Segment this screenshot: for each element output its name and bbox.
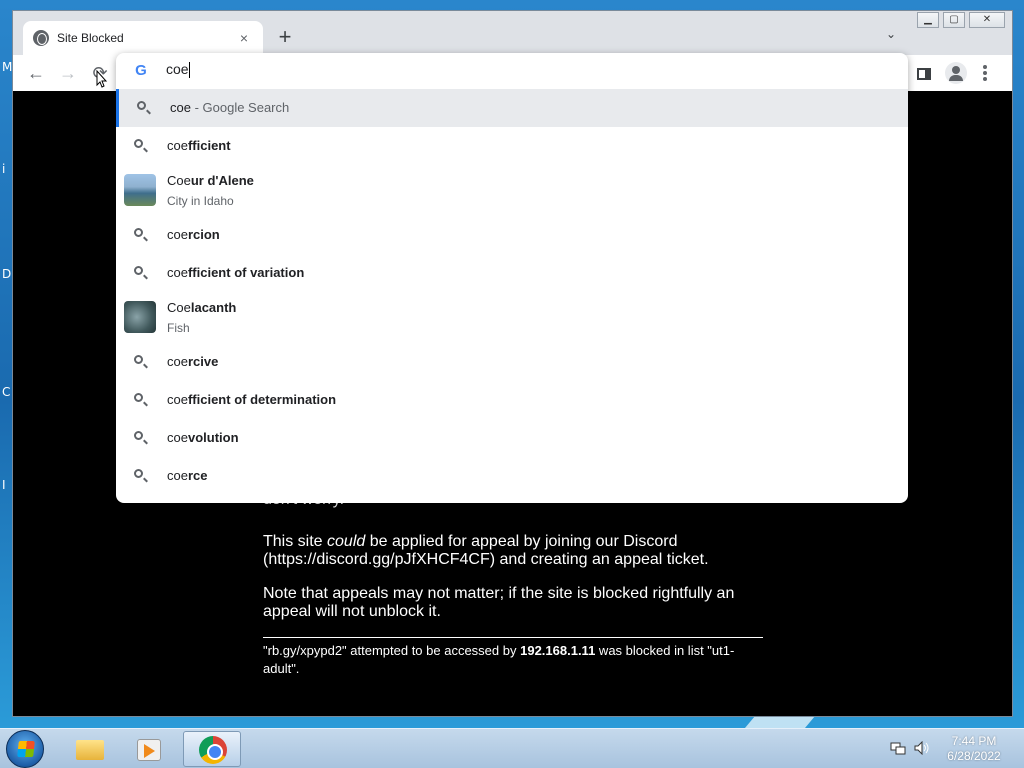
omnibox-suggestion[interactable]: Coeur d'Alene City in Idaho [116,165,908,216]
desktop-icon-label[interactable]: I [2,478,6,492]
taskbar-media-player[interactable] [120,731,178,767]
desktop-icon-label[interactable]: M [2,60,12,74]
network-icon[interactable] [890,741,906,755]
suggestion-text: coefficient of variation [167,265,305,280]
globe-icon [33,30,49,46]
forward-button[interactable]: → [56,61,80,85]
new-tab-button[interactable]: + [273,25,297,49]
menu-kebab-icon[interactable] [983,65,987,81]
address-bar-input[interactable]: coe [166,61,866,81]
omnibox-suggestion[interactable]: coevolution [116,419,908,457]
folder-icon [76,740,104,760]
search-icon [134,355,148,369]
tab-search-chevron-icon[interactable]: ⌄ [886,27,896,41]
omnibox-suggestion[interactable]: Coelacanth Fish [116,292,908,343]
suggestion-text: coe - Google Search [170,100,290,115]
appeal-paragraph: This site could be applied for appeal by… [263,533,709,568]
desktop-icon-label[interactable]: D [2,267,11,281]
omnibox-suggestion[interactable]: coercion [116,216,908,254]
omnibox-suggestion[interactable]: coercive [116,343,908,381]
search-icon [134,469,148,483]
suggestion-text: coercive [167,354,219,369]
omnibox-suggestion[interactable]: coefficient of variation [116,254,908,292]
clock-time: 7:44 PM [951,734,997,748]
tab-site-blocked[interactable]: Site Blocked × [23,21,263,55]
title-bar: Site Blocked × + ⌄ ▁ ▢ ✕ [13,11,1012,55]
suggestion-subtitle: Fish [167,321,190,335]
suggestion-text: coevolution [167,430,239,445]
search-icon [134,431,148,445]
search-icon [134,228,148,242]
taskbar: 7:44 PM 6/28/2022 [0,728,1024,768]
suggestion-subtitle: City in Idaho [167,194,234,208]
tab-title: Site Blocked [57,31,124,45]
google-g-icon: G [135,62,147,79]
volume-icon[interactable] [914,741,930,755]
search-icon [134,139,148,153]
suggestion-thumbnail [124,174,156,206]
desktop-icon-label[interactable]: i [2,162,5,176]
block-details: "rb.gy/xpypd2" attempted to be accessed … [263,643,735,676]
profile-avatar-icon[interactable] [945,62,967,84]
back-button[interactable]: ← [24,61,48,85]
omnibox-suggestion[interactable]: coe - Google Search [116,89,908,127]
note-paragraph: Note that appeals may not matter; if the… [263,585,735,620]
desktop-icon-label[interactable]: C [2,385,10,399]
blocked-message: This site could be applied for appeal by… [263,533,763,678]
chrome-icon [199,736,227,764]
suggestion-text: coerce [167,468,208,483]
omnibox-suggestion[interactable]: coefficient [116,127,908,165]
omnibox-input-row: G coe [116,53,908,89]
minimize-button[interactable]: ▁ [917,12,939,28]
suggestion-text: coefficient of determination [167,392,337,407]
clock-date: 6/28/2022 [947,749,1001,763]
omnibox-suggestion[interactable]: coefficient of determination [116,381,908,419]
suggestion-text: Coelacanth [167,300,237,315]
omnibox-dropdown: G coe coe - Google Search coefficient Coeu… [116,53,908,503]
suggestion-text: coercion [167,227,220,242]
mouse-cursor-icon [96,70,108,88]
omnibox-suggestion[interactable]: coerce [116,457,908,495]
side-panel-icon[interactable] [917,68,931,80]
tab-close-icon[interactable]: × [235,30,253,46]
suggestion-thumbnail [124,301,156,333]
suggestion-text: Coeur d'Alene [167,173,254,188]
system-clock[interactable]: 7:44 PM 6/28/2022 [934,734,1014,764]
start-button[interactable] [6,730,44,768]
search-icon [137,101,151,115]
search-icon [134,266,148,280]
suggestion-text: coefficient [167,138,231,153]
maximize-button[interactable]: ▢ [943,12,965,28]
close-window-button[interactable]: ✕ [969,12,1005,28]
search-icon [134,393,148,407]
divider [263,637,763,638]
taskbar-chrome[interactable] [183,731,241,767]
media-player-icon [137,739,161,761]
taskbar-explorer[interactable] [60,731,118,767]
